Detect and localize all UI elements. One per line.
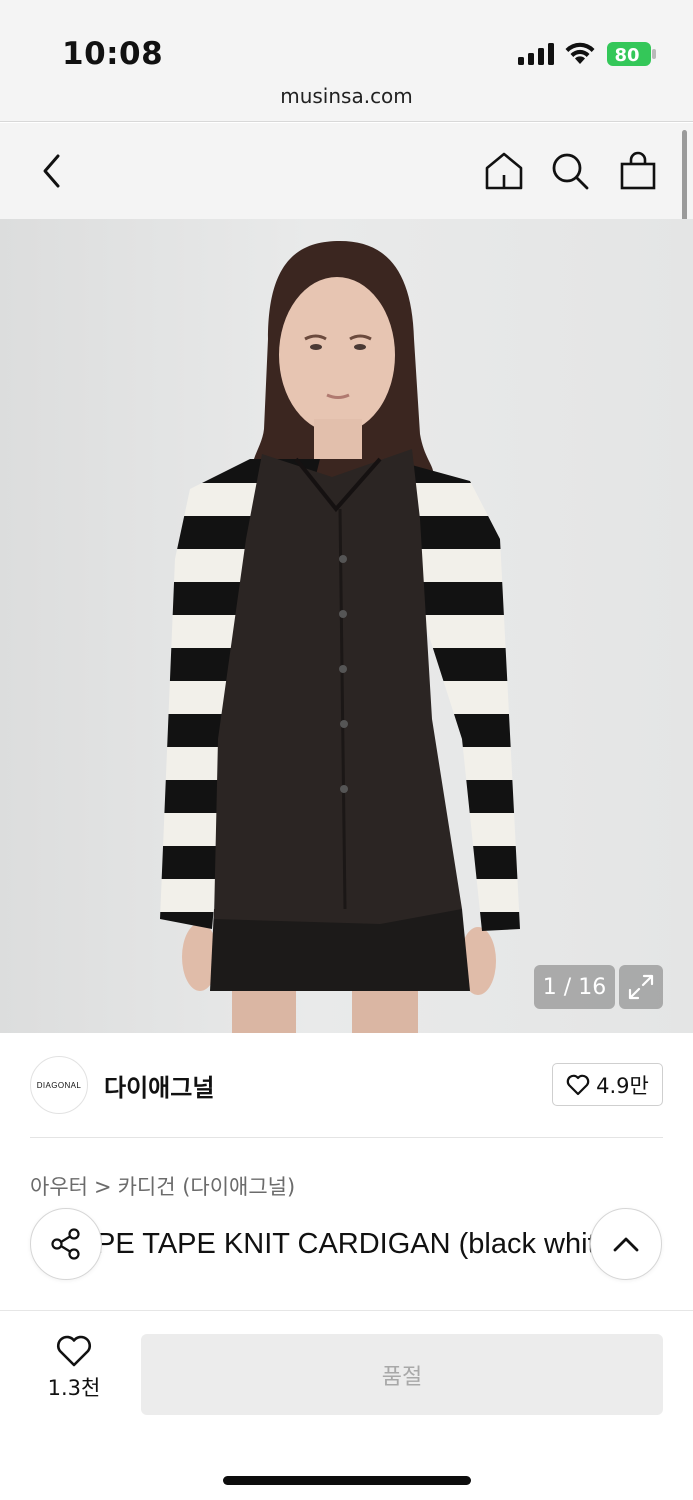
soldout-button[interactable]: 품절 [141, 1334, 663, 1415]
brand-like-count: 4.9만 [596, 1073, 649, 1098]
heart-icon [566, 1074, 590, 1095]
top-nav [0, 123, 693, 219]
wishlist-count: 1.3천 [47, 1376, 101, 1400]
expand-button[interactable] [619, 965, 663, 1009]
search-icon [552, 153, 589, 190]
brand-name[interactable]: 다이애그널 [104, 1068, 214, 1103]
breadcrumb-outer[interactable]: 아우터 [30, 1175, 88, 1199]
product-image[interactable] [0, 219, 693, 1033]
chevron-up-icon [613, 1237, 639, 1252]
product-title: STRIPE TAPE KNIT CARDIGAN (black white) [30, 1228, 622, 1260]
brand-like-button[interactable]: 4.9만 [552, 1063, 663, 1106]
home-indicator [223, 1476, 471, 1485]
status-time: 10:08 [62, 36, 164, 72]
wishlist-button[interactable]: 1.3천 [30, 1334, 118, 1414]
status-bar: 10:08 80 musinsa.com [0, 0, 693, 122]
share-button[interactable] [30, 1208, 102, 1280]
model-photo [160, 241, 520, 1033]
address-bar[interactable]: musinsa.com [0, 84, 693, 108]
brand-logo-text: DIAGONAL [36, 1080, 82, 1090]
battery-level: 80 [614, 45, 639, 66]
breadcrumb-cardigan[interactable]: 카디건 (다이애그널) [118, 1175, 296, 1199]
expand-icon [628, 974, 654, 1000]
home-icon [485, 152, 523, 190]
cart-button[interactable] [616, 149, 660, 193]
scroll-top-button[interactable] [590, 1208, 662, 1280]
breadcrumb: 아우터 > 카디건 (다이애그널) [30, 1171, 295, 1201]
page-scrollbar[interactable] [682, 130, 687, 222]
battery-icon: 80 [607, 41, 657, 67]
back-button[interactable] [30, 149, 74, 193]
signal-icon [518, 43, 554, 65]
home-button[interactable] [482, 149, 526, 193]
breadcrumb-separator: > [93, 1175, 112, 1199]
image-counter: 1 / 16 [534, 965, 615, 1009]
section-divider [30, 1137, 663, 1138]
search-button[interactable] [548, 149, 592, 193]
chevron-left-icon [43, 154, 60, 188]
heart-icon [57, 1335, 91, 1367]
share-icon [51, 1228, 80, 1260]
brand-logo[interactable]: DIAGONAL [30, 1056, 88, 1114]
wifi-icon [565, 42, 595, 64]
shopping-bag-icon [620, 151, 656, 190]
